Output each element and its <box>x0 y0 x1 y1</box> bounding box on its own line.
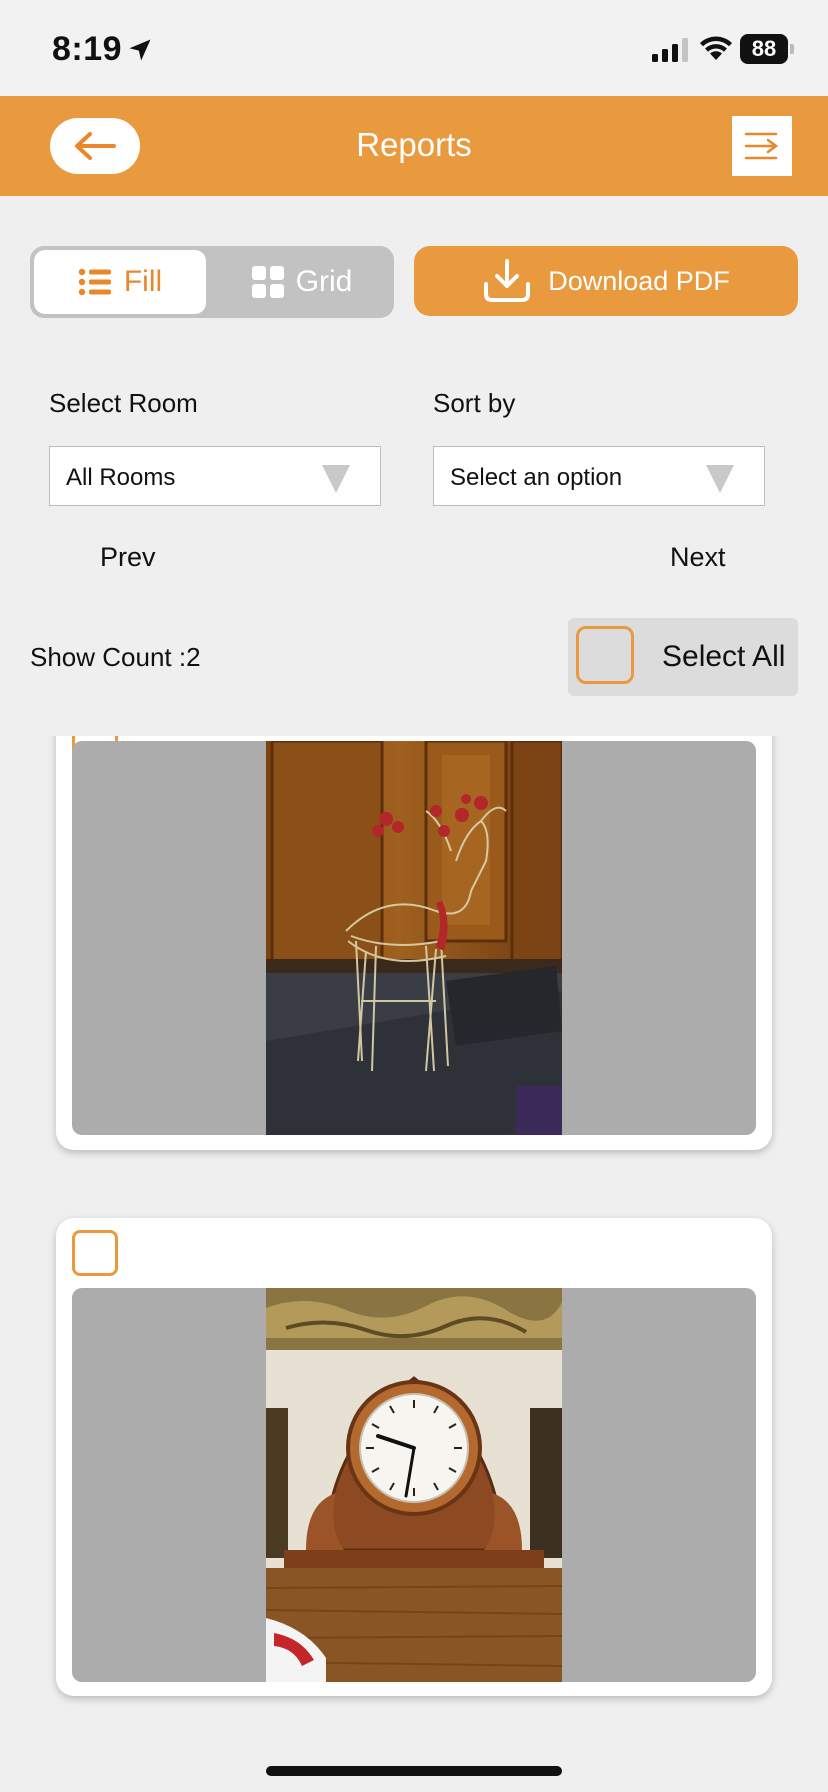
list-icon <box>78 268 111 296</box>
room-filter-label: Select Room <box>49 388 198 418</box>
room-select-value: All Rooms <box>66 464 176 491</box>
home-indicator[interactable] <box>266 1766 562 1776</box>
status-time: 8:19 <box>52 30 123 68</box>
sort-select[interactable]: Select an option <box>433 446 765 506</box>
app-header: Reports <box>0 96 828 196</box>
menu-button[interactable] <box>732 116 792 176</box>
select-all-label: Select All <box>662 640 786 673</box>
fill-view-button[interactable]: Fill <box>34 250 206 314</box>
battery-icon: 88 <box>740 34 794 64</box>
battery-tip <box>790 44 794 54</box>
view-toggle: Fill Grid <box>30 246 394 318</box>
cellular-signal-icon <box>652 38 688 62</box>
reindeer-wire-figure-photo[interactable] <box>266 741 562 1135</box>
battery-level: 88 <box>740 34 788 64</box>
select-all-checkbox[interactable] <box>576 626 634 684</box>
wifi-icon <box>700 36 732 60</box>
mantel-clock-photo[interactable] <box>266 1288 562 1682</box>
status-bar: 8:19 88 <box>0 0 828 96</box>
location-arrow-icon <box>129 39 151 61</box>
fill-view-label: Fill <box>123 265 163 298</box>
item-photo-frame <box>72 741 756 1135</box>
sort-select-value: Select an option <box>450 464 623 491</box>
menu-collapse-icon <box>744 132 779 160</box>
download-pdf-label: Download PDF <box>548 265 730 296</box>
report-item-card[interactable] <box>56 1218 772 1696</box>
sort-filter-label: Sort by <box>433 388 516 418</box>
next-button[interactable]: Next <box>670 542 726 573</box>
room-select[interactable]: All Rooms <box>49 446 381 506</box>
dropdown-caret-icon <box>706 465 734 493</box>
report-item-list[interactable] <box>0 736 828 1792</box>
dropdown-caret-icon <box>322 465 350 493</box>
item-photo-frame <box>72 1288 756 1682</box>
grid-icon <box>251 266 284 298</box>
page-title: Reports <box>356 126 472 163</box>
show-count: Show Count :2 <box>30 642 201 672</box>
prev-button[interactable]: Prev <box>100 542 156 573</box>
download-icon <box>484 259 531 302</box>
item-checkbox[interactable] <box>72 1230 118 1276</box>
select-all-toggle[interactable]: Select All <box>568 618 798 696</box>
download-pdf-button[interactable]: Download PDF <box>414 246 798 316</box>
grid-view-button[interactable]: Grid <box>214 250 390 314</box>
grid-view-label: Grid <box>295 265 353 298</box>
report-item-card[interactable] <box>56 736 772 1150</box>
